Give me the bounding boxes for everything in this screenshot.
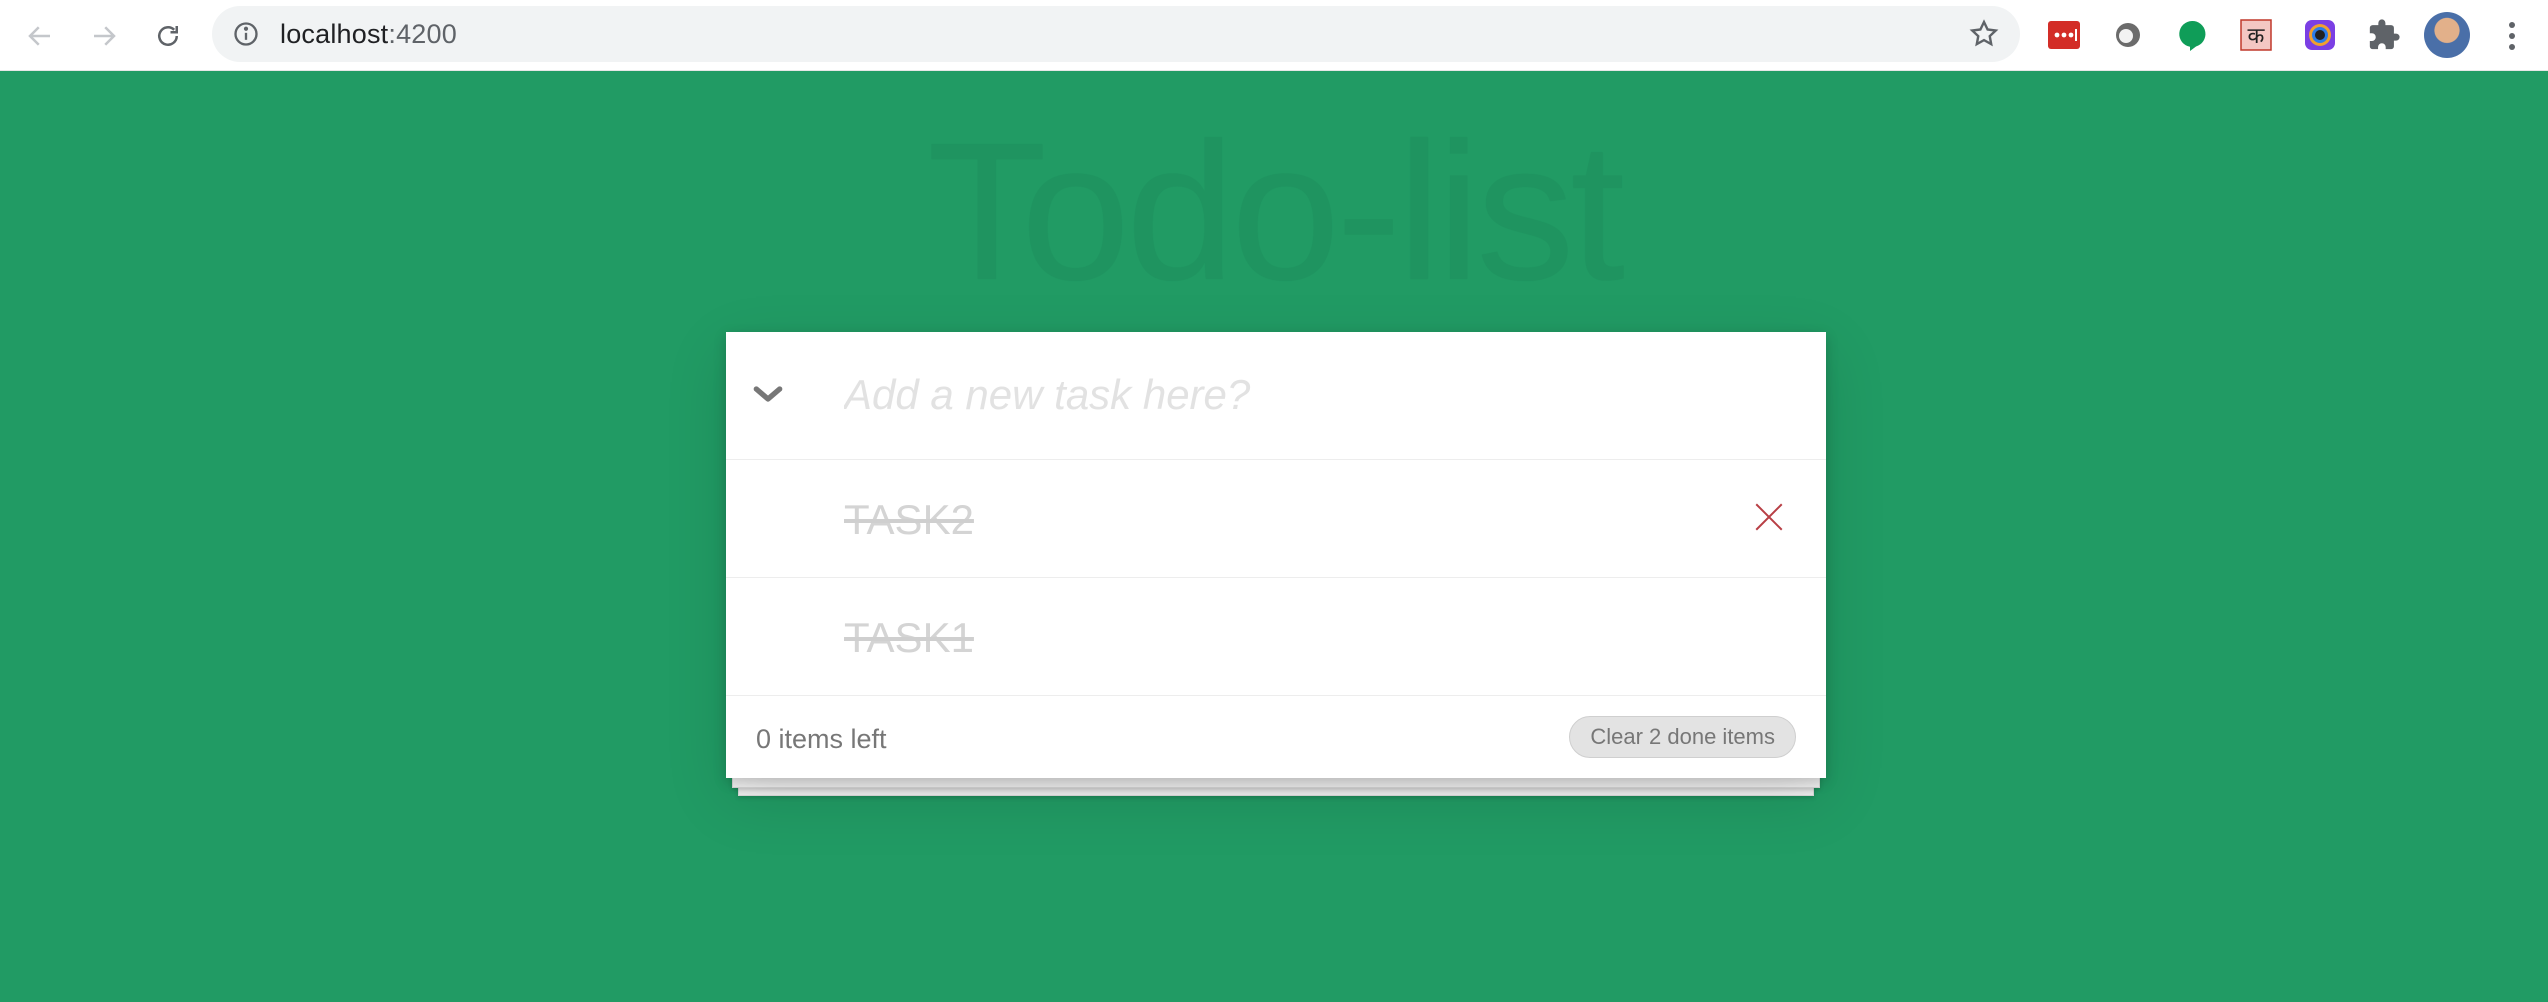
hangouts-icon (2179, 20, 2206, 51)
browser-toolbar: localhost:4200 क (0, 0, 2548, 71)
extensions-button[interactable] (2366, 17, 2402, 53)
color-picker-extension[interactable] (2302, 17, 2338, 53)
url-host: localhost (280, 19, 389, 49)
address-bar[interactable]: localhost:4200 (212, 6, 2020, 62)
todo-card-wrapper: TASK2 TASK1 0 items left Clear 2 done it… (726, 332, 1826, 796)
loom-icon (2116, 23, 2140, 47)
browser-menu-button[interactable] (2500, 18, 2524, 54)
todo-app-page: Todo-list TASK2 TASK1 0 items left (0, 72, 2548, 1002)
back-button[interactable] (20, 16, 60, 56)
hindi-ka-icon: क (2240, 19, 2272, 51)
bookmark-star-icon[interactable] (1968, 18, 2000, 50)
url-text[interactable]: localhost:4200 (280, 20, 457, 48)
todo-footer: 0 items left Clear 2 done items (726, 696, 1826, 778)
reload-button[interactable] (148, 16, 188, 56)
app-title: Todo-list (927, 102, 1625, 321)
todo-item-text[interactable]: TASK2 (844, 496, 974, 544)
loom-extension[interactable] (2110, 17, 2146, 53)
arrow-left-icon (28, 26, 50, 46)
delete-task-icon[interactable] (1752, 500, 1786, 534)
clear-done-button[interactable]: Clear 2 done items (1569, 716, 1796, 758)
menu-dot-icon (2509, 22, 2515, 28)
menu-dot-icon (2509, 33, 2515, 39)
new-task-row (726, 332, 1826, 460)
url-port: :4200 (388, 19, 457, 49)
lastpass-icon (2048, 21, 2080, 49)
todo-item[interactable]: TASK1 (726, 578, 1826, 696)
lastpass-extension[interactable] (2046, 17, 2082, 53)
items-left-count: 0 items left (756, 724, 887, 754)
todo-card: TASK2 TASK1 0 items left Clear 2 done it… (726, 332, 1826, 778)
info-icon[interactable] (232, 20, 260, 48)
new-task-input[interactable] (844, 362, 1784, 428)
forward-button[interactable] (84, 16, 124, 56)
svg-text:क: क (2248, 24, 2266, 49)
profile-avatar[interactable] (2424, 12, 2470, 58)
toggle-all-chevron-icon[interactable] (748, 374, 788, 414)
color-picker-icon (2305, 20, 2335, 50)
arrow-right-icon (94, 26, 116, 46)
hindi-extension[interactable]: क (2238, 17, 2274, 53)
reload-icon (158, 26, 178, 46)
extensions-puzzle-icon (2369, 19, 2400, 50)
hangouts-extension[interactable] (2174, 17, 2210, 53)
todo-item-text[interactable]: TASK1 (844, 614, 974, 662)
todo-item[interactable]: TASK2 (726, 460, 1826, 578)
menu-dot-icon (2509, 44, 2515, 50)
